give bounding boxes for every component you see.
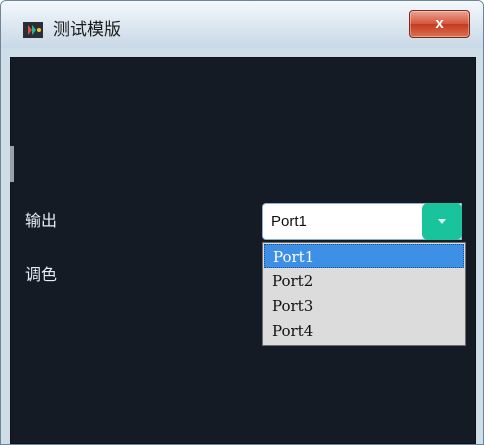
output-label: 输出 [25, 211, 58, 230]
chevron-down-icon [438, 218, 446, 224]
window-title: 测试模版 [53, 20, 121, 40]
dropdown-toggle-button[interactable] [422, 203, 462, 240]
dropdown-option-port4[interactable]: Port4 [264, 319, 464, 343]
color-label: 调色 [25, 265, 58, 284]
app-logo-icon [23, 22, 43, 38]
close-button[interactable]: x [409, 10, 470, 38]
dropdown-option-port2[interactable]: Port2 [264, 269, 464, 293]
scrollbar-handle[interactable] [10, 146, 14, 182]
close-icon: x [435, 15, 444, 32]
output-port-select[interactable]: Port1 [262, 203, 462, 240]
dialog-window: 测试模版 x 输出 调色 Port1 Port1 Port2 Port3 Por… [0, 0, 484, 445]
dropdown-option-port1[interactable]: Port1 [264, 244, 464, 268]
dropdown-option-port3[interactable]: Port3 [264, 294, 464, 318]
port-dropdown-list: Port1 Port2 Port3 Port4 [262, 242, 466, 346]
select-current-value: Port1 [271, 213, 307, 230]
title-bar[interactable]: 测试模版 x [1, 1, 483, 48]
